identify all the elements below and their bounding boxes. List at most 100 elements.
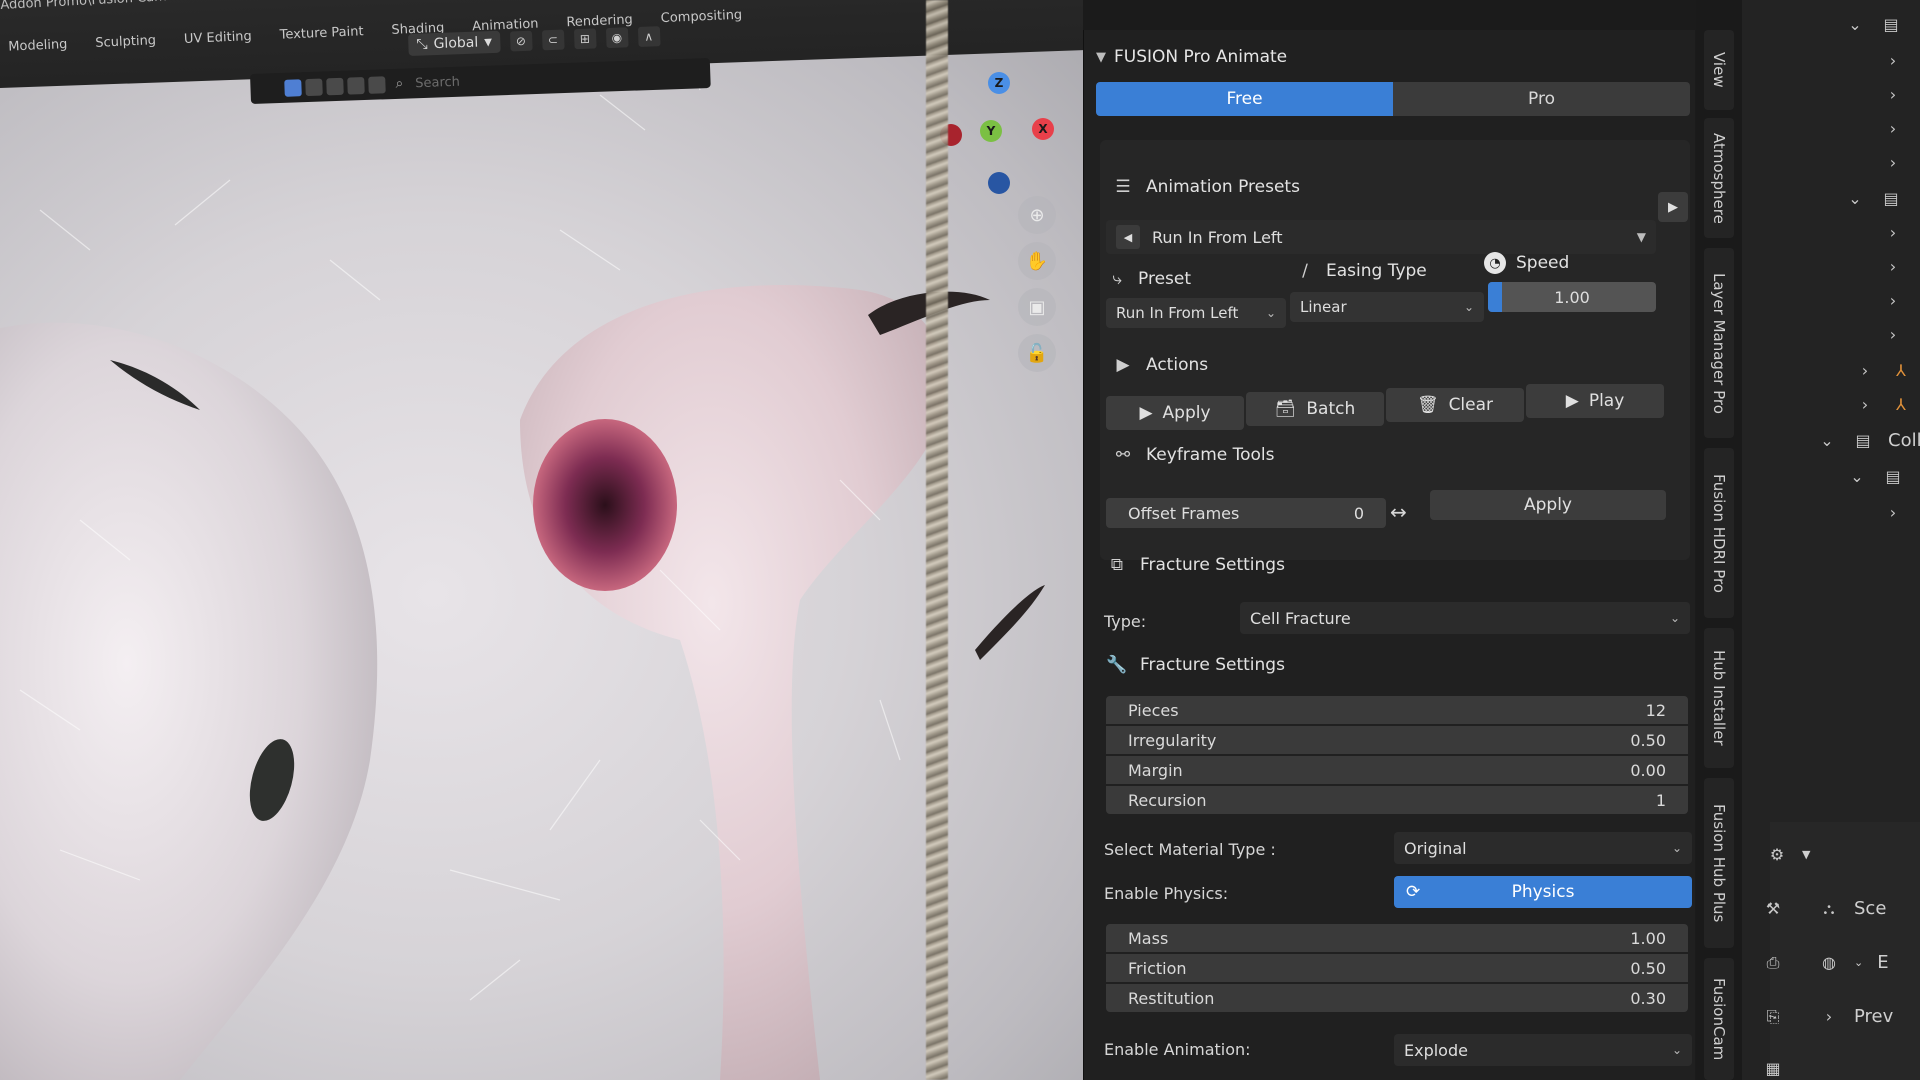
outliner-row[interactable]: › ⅄	[1854, 360, 1912, 380]
fracture-type-dropdown[interactable]: Cell Fracture ⌄	[1240, 602, 1690, 634]
axis-y-icon[interactable]: Y	[980, 120, 1002, 142]
sidebar-tab-fusion-hub-plus[interactable]: Fusion Hub Plus	[1704, 778, 1734, 948]
sidebar-tab-fusion-hdri-pro[interactable]: Fusion HDRI Pro	[1704, 448, 1734, 618]
chevron-right-icon[interactable]: ›	[1882, 290, 1904, 310]
outliner-row[interactable]: ›	[1882, 222, 1904, 242]
outliner-row[interactable]: ›	[1882, 324, 1904, 344]
3d-viewport[interactable]: Addon Promo\Fusion Cam Pro\Screenshot Mo…	[0, 0, 1083, 1080]
play-button[interactable]: ▶ Play	[1526, 384, 1664, 418]
outliner-row[interactable]: ›	[1882, 50, 1904, 70]
workspace-tab-sculpting[interactable]: Sculpting	[95, 33, 156, 51]
proportional-edit-icon[interactable]: ◉	[605, 27, 629, 49]
axis-x-icon[interactable]: X	[1032, 118, 1054, 140]
batch-button[interactable]: 🗃 Batch	[1246, 392, 1384, 426]
outliner-row[interactable]: ›	[1882, 118, 1904, 138]
friction-field[interactable]: Friction 0.50	[1106, 954, 1688, 982]
outliner-row[interactable]: ›	[1882, 290, 1904, 310]
outliner-row[interactable]: ⌄ ▤	[1844, 188, 1902, 208]
transform-orientation-dropdown[interactable]: ⤡ Global ▼	[408, 30, 501, 56]
pivot-icon[interactable]: ⊘	[509, 30, 533, 52]
render-icon[interactable]: ⎙	[1762, 953, 1784, 973]
chevron-right-icon[interactable]: ›	[1882, 118, 1904, 138]
chevron-right-icon[interactable]: ›	[1882, 84, 1904, 104]
snap-icon[interactable]: ⊂	[541, 29, 565, 51]
outliner-row[interactable]: ›	[1882, 84, 1904, 104]
tool-icon[interactable]: ⚒	[1762, 899, 1784, 919]
axis-neg-z-icon[interactable]	[988, 172, 1010, 194]
chevron-right-icon[interactable]: ›	[1882, 324, 1904, 344]
outliner-row[interactable]: ⌄ ▤ Coll	[1816, 430, 1920, 451]
outliner-row[interactable]: › ⅄	[1854, 394, 1912, 414]
easing-dropdown[interactable]: Linear ⌄	[1290, 292, 1484, 322]
snap-increment-icon[interactable]: ⊞	[573, 28, 597, 50]
chevron-right-icon[interactable]: ›	[1854, 394, 1876, 414]
select-box-icon[interactable]	[284, 78, 302, 97]
world-icon[interactable]: ◍	[1818, 953, 1840, 973]
chevron-right-icon[interactable]: ›	[1818, 1007, 1840, 1027]
pan-hand-icon[interactable]: ✋	[1018, 242, 1056, 280]
sidebar-tab-layer-manager-pro[interactable]: Layer Manager Pro	[1704, 248, 1734, 438]
offset-apply-button[interactable]: Apply	[1430, 490, 1666, 520]
shading-rendered-icon[interactable]	[347, 76, 365, 95]
chevron-down-icon[interactable]: ⌄	[1816, 431, 1838, 451]
actions-header[interactable]: ▶ Actions	[1112, 354, 1208, 376]
recursion-field[interactable]: Recursion 1	[1106, 786, 1688, 814]
chevron-down-icon[interactable]: ⌄	[1844, 14, 1866, 34]
chevron-right-icon[interactable]: ›	[1854, 360, 1876, 380]
clear-button[interactable]: 🗑 Clear	[1386, 388, 1524, 422]
archive-icon: 🗃	[1274, 399, 1297, 419]
output-icon[interactable]: ⎘	[1762, 1007, 1784, 1027]
physics-toggle-button[interactable]: ⟳ Physics	[1394, 876, 1692, 908]
sidebar-tab-fusioncam[interactable]: FusionCam	[1704, 958, 1734, 1080]
tab-pro[interactable]: Pro	[1393, 82, 1690, 116]
shading-material-icon[interactable]	[326, 77, 344, 95]
sidebar-tab-hub-installer[interactable]: Hub Installer	[1704, 628, 1734, 768]
preset-dropdown[interactable]: Run In From Left ⌄	[1106, 298, 1286, 328]
material-type-dropdown[interactable]: Original ⌄	[1394, 832, 1692, 864]
offset-frames-field[interactable]: Offset Frames 0	[1106, 498, 1386, 528]
workspace-tab-modeling[interactable]: Modeling	[8, 37, 68, 55]
sidebar-tab-atmosphere[interactable]: Atmosphere	[1704, 118, 1734, 238]
animation-type-dropdown[interactable]: Explode ⌄	[1394, 1034, 1692, 1066]
tab-free[interactable]: Free	[1096, 82, 1393, 116]
panel-title: FUSION Pro Animate	[1114, 47, 1288, 67]
collapse-chevron-icon[interactable]: ▼	[1096, 50, 1106, 65]
view-layer-icon[interactable]: ▦	[1762, 1058, 1784, 1078]
panel-header[interactable]: ▼ FUSION Pro Animate	[1084, 42, 1696, 72]
shading-solid-icon[interactable]	[305, 77, 323, 96]
outliner-row[interactable]: ›	[1882, 152, 1904, 172]
chevron-down-icon[interactable]: ⌄	[1846, 466, 1868, 486]
next-preset-button[interactable]: ▶	[1658, 192, 1688, 222]
search-input[interactable]: Search	[415, 74, 460, 91]
navigation-gizmo[interactable]: Z Y X	[940, 70, 1060, 200]
lock-icon[interactable]: 🔓	[1018, 334, 1056, 372]
outliner-row[interactable]: ›	[1882, 256, 1904, 276]
chevron-right-icon[interactable]: ›	[1882, 256, 1904, 276]
margin-field[interactable]: Margin 0.00	[1106, 756, 1688, 784]
restitution-field[interactable]: Restitution 0.30	[1106, 984, 1688, 1012]
editor-type-dropdown[interactable]: ⚙ ▼	[1766, 844, 1811, 864]
falloff-icon[interactable]: ∧	[637, 26, 661, 47]
outliner-row[interactable]: ⌄ ▤	[1844, 14, 1902, 34]
chevron-right-icon[interactable]: ›	[1882, 152, 1904, 172]
apply-button[interactable]: ▶ Apply	[1106, 396, 1244, 430]
outliner-row[interactable]: ›	[1882, 502, 1904, 522]
workspace-tab-uv-editing[interactable]: UV Editing	[184, 29, 252, 47]
sidebar-tab-view[interactable]: View	[1704, 30, 1734, 110]
camera-icon[interactable]: ▣	[1018, 288, 1056, 326]
pieces-field[interactable]: Pieces 12	[1106, 696, 1688, 724]
chevron-right-icon[interactable]: ›	[1882, 502, 1904, 522]
chevron-right-icon[interactable]: ›	[1882, 50, 1904, 70]
preset-selector[interactable]: ◀ Run In From Left ▼	[1106, 220, 1656, 254]
prev-preset-icon[interactable]: ◀	[1116, 225, 1140, 249]
chevron-down-icon[interactable]: ⌄	[1844, 188, 1866, 208]
chevron-right-icon[interactable]: ›	[1882, 222, 1904, 242]
zoom-icon[interactable]: ⊕	[1018, 196, 1056, 234]
outliner-row[interactable]: ⌄ ▤	[1846, 466, 1904, 486]
speed-slider[interactable]: 1.00	[1488, 282, 1656, 312]
hand-icon[interactable]	[368, 75, 386, 94]
mass-field[interactable]: Mass 1.00	[1106, 924, 1688, 952]
irregularity-field[interactable]: Irregularity 0.50	[1106, 726, 1688, 754]
axis-z-icon[interactable]: Z	[988, 72, 1010, 94]
sidebar-tab-hub-plus-label: Fusion Hub Plus	[1710, 803, 1728, 923]
